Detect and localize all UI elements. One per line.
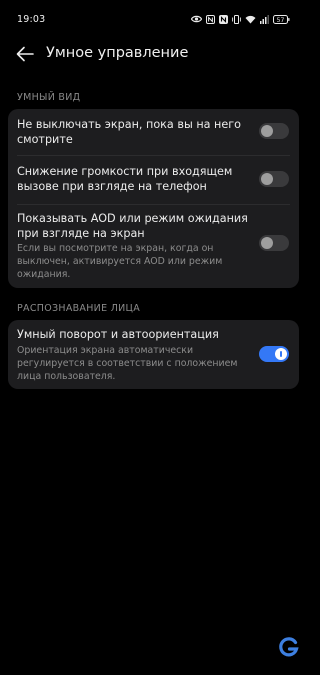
face-recognition-card: Умный поворот и автоориентация Ориентаци…	[8, 320, 299, 389]
setting-row-keep-screen-on[interactable]: Не выключать экран, пока вы на него смот…	[8, 109, 299, 154]
setting-description: Если вы посмотрите на экран, когда он вы…	[17, 243, 223, 280]
battery-icon: 57	[273, 14, 290, 24]
signal-icon	[260, 14, 269, 24]
section-header-smart-view: УМНЫЙ ВИД	[17, 92, 81, 103]
wifi-icon	[245, 15, 256, 23]
battery-level: 57	[277, 16, 285, 23]
show-aod-toggle[interactable]	[259, 235, 289, 251]
smart-view-card: Не выключать экран, пока вы на него смот…	[8, 109, 299, 288]
setting-title: Показывать AOD или режим ожидания при вз…	[17, 212, 248, 240]
nfc-icon	[206, 14, 215, 24]
setting-title: Умный поворот и автоориентация	[17, 328, 219, 341]
toggle-knob	[261, 237, 273, 249]
setting-row-smart-rotation[interactable]: Умный поворот и автоориентация Ориентаци…	[8, 320, 299, 389]
section-header-face-recognition: РАСПОЗНАВАНИЕ ЛИЦА	[17, 303, 141, 314]
notification-icon	[219, 14, 228, 24]
watermark-logo-icon	[279, 637, 299, 657]
setting-row-lower-volume[interactable]: Снижение громкости при входящем вызове п…	[8, 156, 299, 204]
page-title: Умное управление	[46, 45, 189, 61]
toggle-knob	[275, 348, 287, 360]
smart-rotation-toggle[interactable]	[259, 346, 289, 362]
setting-title: Не выключать экран, пока вы на него смот…	[17, 118, 241, 146]
toggle-knob	[261, 173, 273, 185]
status-icons: 57	[191, 14, 290, 24]
status-time: 19:03	[17, 14, 46, 25]
status-bar: 19:03 57	[0, 0, 308, 25]
toggle-knob	[261, 125, 273, 137]
setting-title: Снижение громкости при входящем вызове п…	[17, 165, 233, 193]
keep-screen-on-toggle[interactable]	[259, 123, 289, 139]
app-bar: Умное управление	[0, 38, 308, 72]
setting-description: Ориентация экрана автоматически регулиру…	[17, 345, 238, 382]
eye-icon	[191, 15, 202, 23]
back-arrow-icon[interactable]	[15, 44, 35, 64]
setting-row-show-aod[interactable]: Показывать AOD или режим ожидания при вз…	[8, 205, 299, 288]
vibrate-icon	[232, 14, 241, 24]
lower-volume-toggle[interactable]	[259, 171, 289, 187]
